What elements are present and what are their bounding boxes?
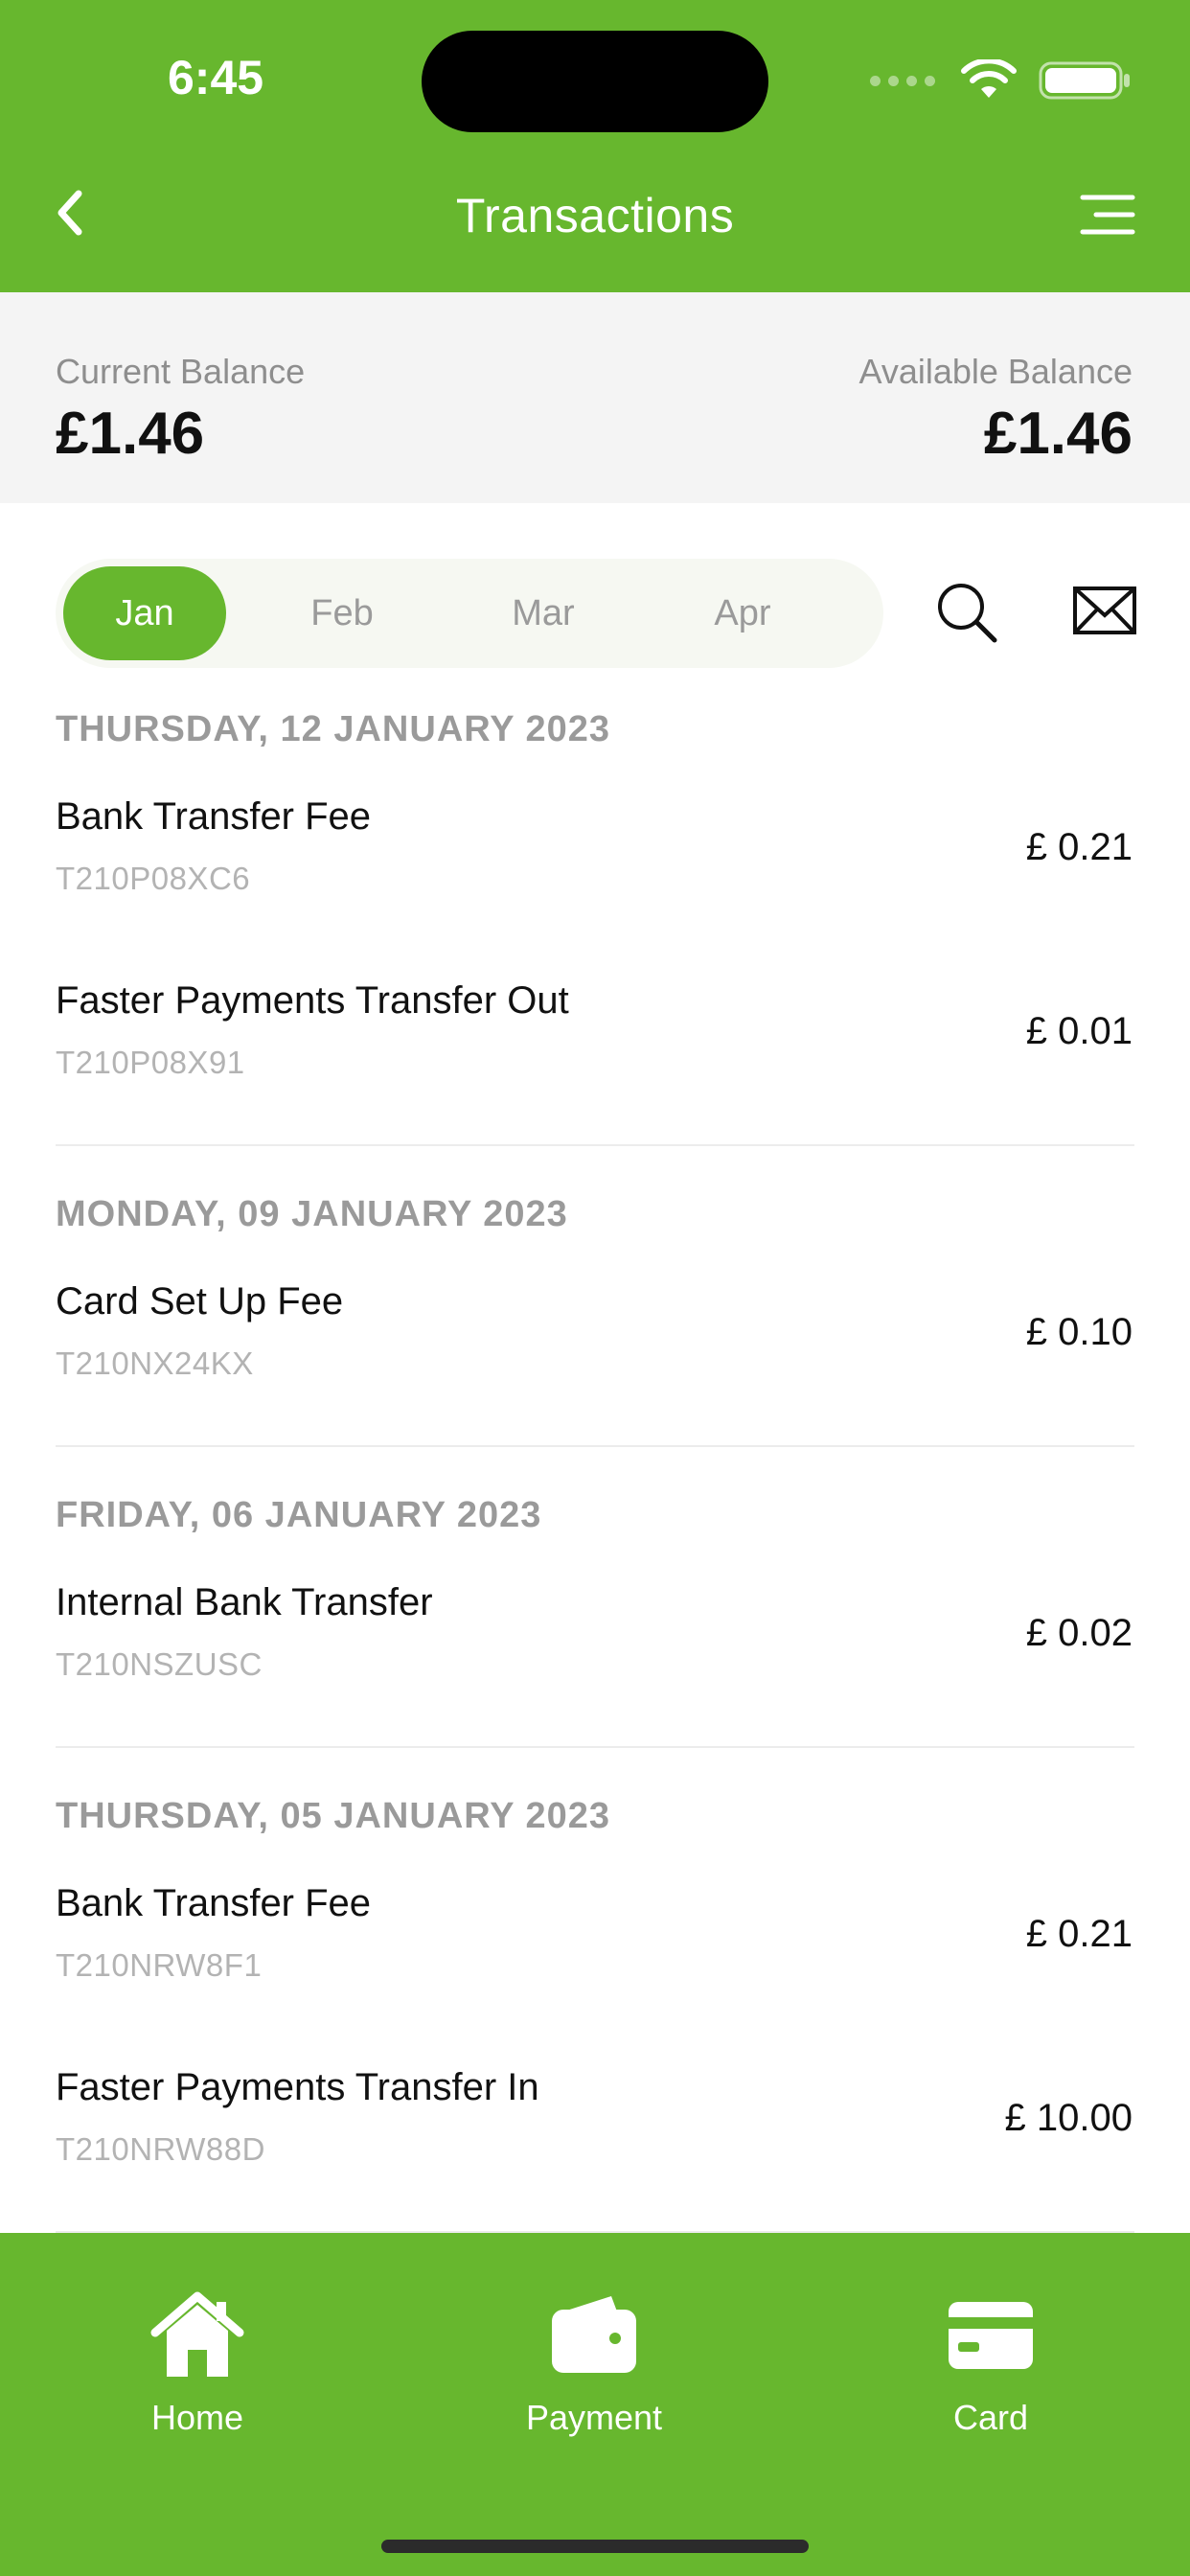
transaction-name: Bank Transfer Fee — [56, 795, 372, 838]
transaction-amount: £ 0.21 — [1025, 1913, 1133, 1955]
month-tab-feb[interactable]: Feb — [261, 566, 423, 660]
dynamic-island — [422, 31, 768, 132]
transaction-row[interactable]: Bank Transfer Fee T210P08XC6 £ 0.21 — [0, 776, 1190, 960]
transaction-reference: T210NSZUSC — [56, 1646, 263, 1682]
transaction-reference: T210NRW88D — [56, 2131, 265, 2167]
transaction-reference: T210NRW8F1 — [56, 1947, 263, 1983]
home-icon — [150, 2291, 244, 2377]
transaction-amount: £ 10.00 — [1004, 2097, 1133, 2139]
transaction-amount: £ 0.01 — [1025, 1010, 1133, 1052]
transaction-row[interactable]: Internal Bank Transfer T210NSZUSC £ 0.02 — [0, 1562, 1190, 1746]
transaction-name: Faster Payments Transfer In — [56, 2066, 539, 2108]
tab-home-label: Home — [150, 2398, 244, 2437]
transaction-row[interactable]: Bank Transfer Fee T210NRW8F1 £ 0.21 — [0, 1863, 1190, 2047]
page-title: Transactions — [455, 189, 735, 242]
month-selector: Jan Feb Mar Apr — [56, 559, 883, 668]
balance-summary: Current Balance £1.46 Available Balance … — [0, 292, 1190, 503]
transaction-reference: T210NX24KX — [56, 1346, 254, 1381]
tab-card-label: Card — [952, 2398, 1029, 2437]
transaction-group: THURSDAY, 12 JANUARY 2023 Bank Transfer … — [0, 690, 1190, 1175]
credit-card-icon — [949, 2302, 1033, 2369]
transaction-group: THURSDAY, 05 JANUARY 2023 Bank Transfer … — [0, 1777, 1190, 2233]
available-balance-value: £1.46 — [983, 401, 1133, 467]
transaction-list: THURSDAY, 12 JANUARY 2023 Bank Transfer … — [0, 690, 1190, 2233]
tab-payment-label: Payment — [525, 2398, 663, 2437]
search-icon[interactable] — [933, 579, 1000, 646]
transaction-amount: £ 0.02 — [1025, 1612, 1133, 1654]
transaction-name: Bank Transfer Fee — [56, 1882, 372, 1924]
transaction-name: Internal Bank Transfer — [56, 1581, 433, 1623]
tab-payment[interactable]: Payment — [469, 2290, 719, 2438]
transaction-name: Card Set Up Fee — [56, 1280, 344, 1322]
cellular-signal-icon — [870, 75, 935, 86]
battery-icon — [1039, 61, 1130, 100]
month-tab-apr[interactable]: Apr — [661, 566, 824, 660]
available-balance-label: Available Balance — [858, 352, 1133, 391]
transaction-row[interactable]: Card Set Up Fee T210NX24KX £ 0.10 — [0, 1261, 1190, 1445]
month-tab-mar[interactable]: Mar — [462, 566, 625, 660]
group-date-header: MONDAY, 09 JANUARY 2023 — [56, 1194, 568, 1234]
menu-icon[interactable] — [1077, 192, 1136, 238]
group-date-header: THURSDAY, 05 JANUARY 2023 — [56, 1796, 611, 1836]
home-indicator — [381, 2540, 809, 2553]
current-balance-value: £1.46 — [56, 401, 205, 467]
status-time: 6:45 — [168, 51, 264, 104]
transaction-row[interactable]: Faster Payments Transfer Out T210P08X91 … — [0, 960, 1190, 1144]
tab-home[interactable]: Home — [73, 2290, 322, 2438]
current-balance-label: Current Balance — [56, 352, 306, 391]
month-tab-jan[interactable]: Jan — [63, 566, 226, 660]
bottom-tab-bar: Home Payment Card — [0, 2233, 1190, 2576]
mail-icon[interactable] — [1071, 583, 1138, 640]
status-indicators — [870, 59, 1133, 102]
wallet-icon — [552, 2296, 636, 2373]
wifi-icon — [961, 59, 1017, 98]
transaction-group: FRIDAY, 06 JANUARY 2023 Internal Bank Tr… — [0, 1476, 1190, 1777]
transaction-name: Faster Payments Transfer Out — [56, 979, 569, 1022]
group-date-header: FRIDAY, 06 JANUARY 2023 — [56, 1495, 542, 1535]
group-date-header: THURSDAY, 12 JANUARY 2023 — [56, 709, 611, 749]
transaction-row[interactable]: Faster Payments Transfer In T210NRW88D £… — [0, 2047, 1190, 2231]
tab-card[interactable]: Card — [866, 2290, 1115, 2438]
transaction-amount: £ 0.21 — [1025, 826, 1133, 868]
transaction-reference: T210P08XC6 — [56, 861, 251, 896]
transaction-amount: £ 0.10 — [1025, 1311, 1133, 1353]
transaction-reference: T210P08X91 — [56, 1045, 245, 1080]
transaction-group: MONDAY, 09 JANUARY 2023 Card Set Up Fee … — [0, 1175, 1190, 1476]
app-header: 6:45 Transactions — [0, 0, 1190, 292]
